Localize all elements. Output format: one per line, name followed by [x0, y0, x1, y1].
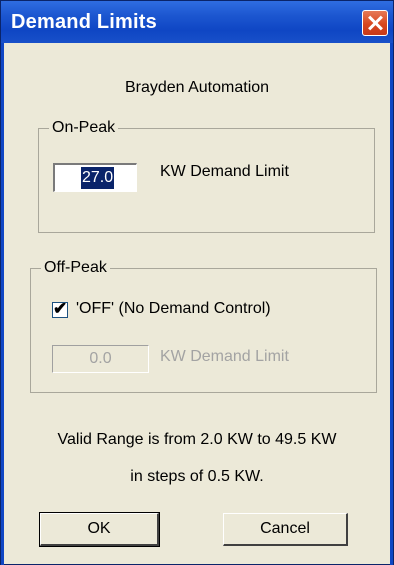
on-peak-group-label: On-Peak [49, 119, 119, 137]
off-peak-off-checkbox-label[interactable]: 'OFF' (No Demand Control) [76, 300, 271, 318]
valid-range-text: Valid Range is from 2.0 KW to 49.5 KW [57, 431, 337, 448]
ok-button[interactable]: OK [39, 512, 160, 547]
close-icon[interactable] [362, 10, 388, 36]
company-name: Brayden Automation [124, 79, 270, 96]
on-peak-demand-value: 27.0 [81, 167, 115, 189]
off-peak-off-checkbox[interactable]: ✔ [52, 299, 68, 318]
on-peak-demand-label: KW Demand Limit [160, 163, 289, 180]
on-peak-demand-input[interactable]: 27.0 [53, 163, 137, 192]
dialog-window: Demand Limits Brayden Automation On-Peak… [0, 0, 394, 565]
off-peak-group-label: Off-Peak [41, 259, 110, 277]
off-peak-demand-label: KW Demand Limit [160, 348, 289, 365]
valid-range-step-text: in steps of 0.5 KW. [130, 468, 264, 485]
cancel-button[interactable]: Cancel [223, 513, 348, 546]
window-border-right [390, 43, 393, 565]
off-peak-group: Off-Peak ✔ 'OFF' (No Demand Control) 0.0… [30, 259, 377, 393]
window-border-left [1, 43, 4, 565]
off-peak-demand-value: 0.0 [89, 350, 112, 367]
checkmark-icon: ✔ [53, 299, 68, 318]
window-title: Demand Limits [11, 11, 157, 33]
on-peak-group: On-Peak 27.0 KW Demand Limit [38, 119, 375, 233]
off-peak-demand-input: 0.0 [52, 345, 149, 373]
title-bar[interactable]: Demand Limits [1, 1, 393, 43]
